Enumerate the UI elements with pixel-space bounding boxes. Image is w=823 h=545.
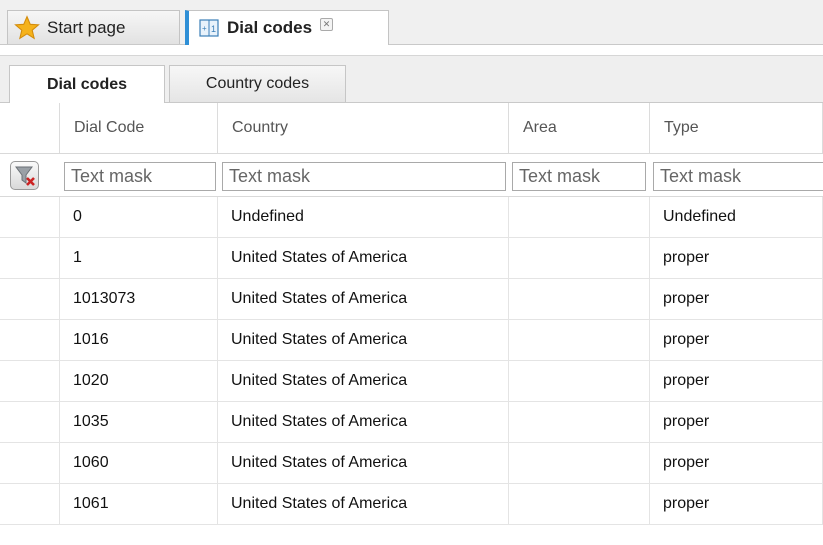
cell-dial-code: 1013073 [60, 279, 218, 319]
table-row[interactable]: 1013073 United States of America proper [0, 279, 823, 320]
cell-dial-code: 1060 [60, 443, 218, 483]
sub-tab-strip: Dial codes Country codes [0, 45, 823, 103]
row-selector[interactable] [0, 238, 60, 278]
svg-text:+: + [202, 24, 207, 33]
row-selector[interactable] [0, 443, 60, 483]
column-header-dial-code[interactable]: Dial Code [60, 103, 218, 153]
close-icon[interactable]: ✕ [320, 17, 334, 31]
cell-type: proper [650, 443, 823, 483]
cell-type: proper [650, 402, 823, 442]
cell-dial-code: 1016 [60, 320, 218, 360]
book-icon: 1 + [199, 19, 219, 37]
tab-start-page[interactable]: Start page [7, 10, 180, 44]
table-row[interactable]: 1061 United States of America proper [0, 484, 823, 525]
row-selector[interactable] [0, 402, 60, 442]
star-icon [14, 14, 40, 39]
grid-body: 0 Undefined Undefined 1 United States of… [0, 197, 823, 525]
filter-clear-icon [14, 166, 35, 186]
table-row[interactable]: 1035 United States of America proper [0, 402, 823, 443]
cell-dial-code: 1 [60, 238, 218, 278]
cell-area [509, 279, 650, 319]
table-row[interactable]: 0 Undefined Undefined [0, 197, 823, 238]
cell-area [509, 197, 650, 237]
cell-type: proper [650, 279, 823, 319]
cell-type: proper [650, 361, 823, 401]
clear-filter-button[interactable] [10, 161, 39, 190]
cell-area [509, 238, 650, 278]
column-header-area[interactable]: Area [509, 103, 650, 153]
tab-start-page-label: Start page [47, 17, 126, 37]
cell-dial-code: 1061 [60, 484, 218, 524]
column-header-country[interactable]: Country [218, 103, 509, 153]
cell-country: United States of America [218, 361, 509, 401]
tab-dial-codes[interactable]: 1 + Dial codes ✕ [185, 10, 389, 45]
subtab-dial-codes[interactable]: Dial codes [9, 65, 165, 103]
cell-area [509, 443, 650, 483]
cell-type: proper [650, 484, 823, 524]
cell-country: United States of America [218, 443, 509, 483]
row-selector[interactable] [0, 361, 60, 401]
cell-country: United States of America [218, 484, 509, 524]
filter-dial-code-input[interactable] [64, 162, 216, 191]
cell-country: United States of America [218, 238, 509, 278]
column-header-type[interactable]: Type [650, 103, 823, 153]
cell-country: United States of America [218, 320, 509, 360]
cell-type: proper [650, 320, 823, 360]
filter-area-input[interactable] [512, 162, 646, 191]
header-selector-cell [0, 103, 60, 153]
cell-country: United States of America [218, 279, 509, 319]
cell-area [509, 320, 650, 360]
cell-area [509, 484, 650, 524]
cell-country: Undefined [218, 197, 509, 237]
tab-dial-codes-label: Dial codes [227, 18, 313, 37]
cell-type: Undefined [650, 197, 823, 237]
table-row[interactable]: 1016 United States of America proper [0, 320, 823, 361]
filter-row [0, 154, 823, 197]
cell-dial-code: 1035 [60, 402, 218, 442]
row-selector[interactable] [0, 197, 60, 237]
row-selector[interactable] [0, 279, 60, 319]
top-tab-strip: Start page 1 + Dial codes ✕ [0, 0, 823, 45]
filter-type-input[interactable] [653, 162, 823, 191]
svg-text:1: 1 [211, 24, 216, 34]
cell-type: proper [650, 238, 823, 278]
table-row[interactable]: 1060 United States of America proper [0, 443, 823, 484]
row-selector[interactable] [0, 320, 60, 360]
filter-country-input[interactable] [222, 162, 506, 191]
cell-area [509, 361, 650, 401]
table-row[interactable]: 1 United States of America proper [0, 238, 823, 279]
subtab-country-codes[interactable]: Country codes [169, 65, 346, 102]
cell-dial-code: 0 [60, 197, 218, 237]
grid-header-row: Dial Code Country Area Type [0, 103, 823, 154]
cell-country: United States of America [218, 402, 509, 442]
cell-dial-code: 1020 [60, 361, 218, 401]
table-row[interactable]: 1020 United States of America proper [0, 361, 823, 402]
dial-codes-grid: Dial Code Country Area Type 0 Undefined … [0, 103, 823, 525]
cell-area [509, 402, 650, 442]
row-selector[interactable] [0, 484, 60, 524]
